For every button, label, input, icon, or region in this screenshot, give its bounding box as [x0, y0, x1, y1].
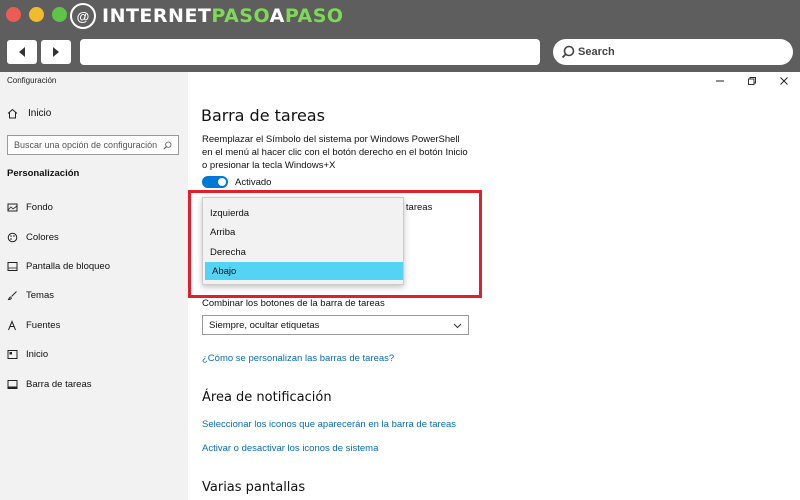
brand-logo-icon: @ — [70, 3, 96, 29]
window-title: Configuración — [7, 76, 57, 85]
sidebar-item-label: Inicio — [28, 108, 52, 119]
multiple-displays-heading: Varias pantallas — [202, 480, 306, 495]
image-icon — [7, 203, 18, 212]
combine-buttons-value: Siempre, ocultar etiquetas — [209, 319, 320, 331]
combine-buttons-label: Combinar los botones de la barra de tare… — [202, 298, 385, 309]
search-icon — [561, 45, 575, 59]
settings-search-input[interactable]: Buscar una opción de configuración — [7, 135, 179, 155]
sidebar-item-colores[interactable]: Colores — [7, 232, 59, 243]
sidebar-item-label: Colores — [26, 232, 59, 243]
brush-icon — [7, 291, 17, 301]
settings-window: Configuración Inicio Buscar una opción d… — [0, 72, 800, 500]
main-content: Barra de tareas Reemplazar el Símbolo de… — [188, 72, 800, 500]
sidebar-item-label: Fuentes — [26, 320, 61, 331]
taskbar-icon — [7, 380, 18, 389]
sidebar-section-heading: Personalización — [7, 168, 80, 179]
system-icons-toggle-link[interactable]: Activar o desactivar los iconos de siste… — [202, 443, 378, 454]
arrow-left-icon — [19, 47, 25, 57]
sidebar-item-home[interactable]: Inicio — [7, 108, 51, 119]
browser-search-field[interactable]: Search — [553, 39, 793, 65]
search-icon — [163, 141, 172, 150]
search-placeholder-text: Buscar una opción de configuración — [14, 140, 158, 150]
lock-screen-icon — [7, 262, 18, 271]
powershell-toggle[interactable] — [202, 176, 228, 188]
url-bar[interactable] — [80, 39, 540, 65]
minimize-window-button[interactable] — [29, 7, 44, 22]
sidebar-item-barra-de-tareas[interactable]: Barra de tareas — [7, 379, 91, 390]
font-icon — [8, 320, 16, 331]
brand-part-paso: PASO — [211, 5, 270, 27]
sidebar-item-pantalla-de-bloqueo[interactable]: Pantalla de bloqueo — [7, 261, 110, 272]
search-placeholder: Search — [578, 46, 615, 58]
maximize-window-button[interactable] — [52, 7, 67, 22]
home-icon — [7, 108, 18, 119]
arrow-right-icon — [53, 47, 59, 57]
sidebar-item-label: Fondo — [26, 202, 53, 213]
red-highlight-annotation — [188, 190, 482, 298]
select-taskbar-icons-link[interactable]: Seleccionar los iconos que aparecerán en… — [202, 419, 456, 430]
palette-icon — [7, 232, 18, 243]
powershell-toggle-row: Activado — [202, 176, 271, 188]
page-title: Barra de tareas — [201, 106, 325, 125]
combine-buttons-select[interactable]: Siempre, ocultar etiquetas — [202, 315, 469, 335]
toggle-state-label: Activado — [235, 176, 272, 188]
window-traffic-lights — [6, 7, 67, 22]
notification-area-heading: Área de notificación — [202, 390, 332, 405]
back-button[interactable] — [7, 40, 37, 64]
start-icon — [7, 350, 18, 359]
chevron-down-icon — [453, 323, 462, 328]
sidebar-item-label: Barra de tareas — [26, 379, 92, 390]
sidebar-item-label: Temas — [26, 290, 54, 301]
sidebar-item-label: Inicio — [26, 349, 49, 360]
site-logo: @ INTERNETPASOAPASO — [70, 3, 344, 29]
sidebar-item-fuentes[interactable]: Fuentes — [7, 320, 60, 331]
sidebar-item-inicio[interactable]: Inicio — [7, 349, 48, 360]
forward-button[interactable] — [41, 40, 71, 64]
brand-text: INTERNETPASOAPASO — [102, 5, 344, 27]
close-window-button[interactable] — [6, 7, 21, 22]
brand-part-internet: INTERNET — [102, 5, 212, 27]
brand-part-a: A — [269, 5, 285, 27]
brand-part-paso-2: PASO — [284, 5, 344, 27]
browser-chrome: @ INTERNETPASOAPASO Search — [0, 0, 800, 72]
powershell-setting-description: Reemplazar el Símbolo del sistema por Wi… — [202, 134, 468, 171]
customize-taskbar-help-link[interactable]: ¿Cómo se personalizan las barras de tare… — [202, 353, 394, 364]
sidebar-item-label: Pantalla de bloqueo — [26, 261, 110, 272]
sidebar: Configuración Inicio Buscar una opción d… — [0, 72, 188, 500]
sidebar-item-temas[interactable]: Temas — [7, 290, 54, 301]
sidebar-item-fondo[interactable]: Fondo — [7, 202, 53, 213]
